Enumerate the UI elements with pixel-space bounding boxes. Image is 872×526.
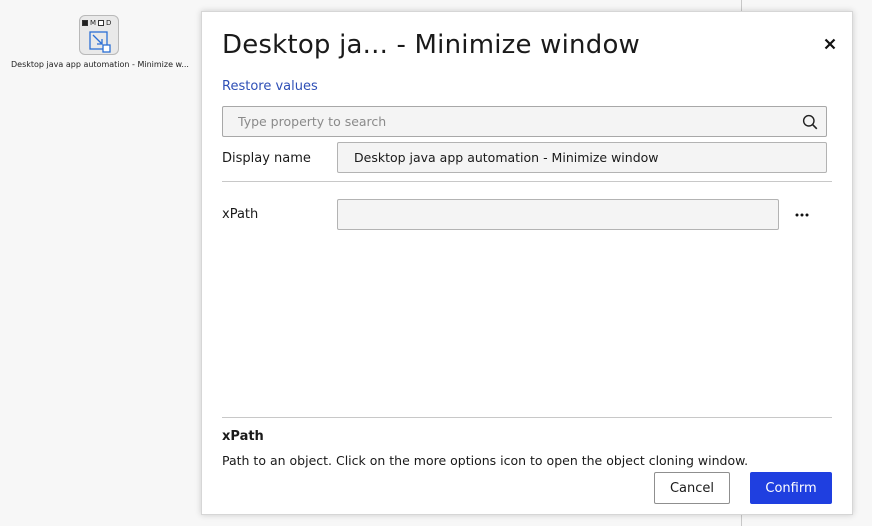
flag-d-label: D (106, 18, 112, 27)
workflow-node[interactable]: M D (79, 15, 119, 55)
node-label: Desktop java app automation - Minimize w… (11, 60, 189, 69)
properties-dialog: Desktop ja... - Minimize window Restore … (201, 11, 853, 515)
help-description: Path to an object. Click on the more opt… (222, 453, 749, 468)
cancel-button[interactable]: Cancel (654, 472, 730, 504)
close-button[interactable] (820, 34, 840, 54)
restore-values-link[interactable]: Restore values (222, 79, 318, 94)
divider-bottom (222, 417, 832, 418)
more-options-icon (795, 213, 809, 217)
checked-flag-icon (82, 19, 88, 26)
more-options-button[interactable] (790, 206, 814, 224)
display-name-label: Display name (222, 151, 311, 166)
flag-m-label: M (90, 18, 97, 27)
minimize-window-icon (89, 31, 111, 53)
unchecked-flag-icon (98, 19, 105, 26)
confirm-button[interactable]: Confirm (750, 472, 832, 504)
workflow-canvas: M D Desktop java app automation - Minimi… (0, 0, 872, 526)
display-name-field[interactable] (337, 142, 827, 173)
help-title: xPath (222, 429, 264, 444)
dialog-title: Desktop ja... - Minimize window (222, 30, 641, 60)
xpath-label: xPath (222, 207, 259, 222)
close-icon (824, 38, 836, 50)
divider-top (222, 181, 832, 182)
node-flags: M D (82, 18, 111, 27)
search-icon[interactable] (802, 114, 818, 130)
search-box (222, 106, 827, 137)
search-input[interactable] (223, 107, 793, 136)
xpath-field[interactable] (337, 199, 779, 230)
